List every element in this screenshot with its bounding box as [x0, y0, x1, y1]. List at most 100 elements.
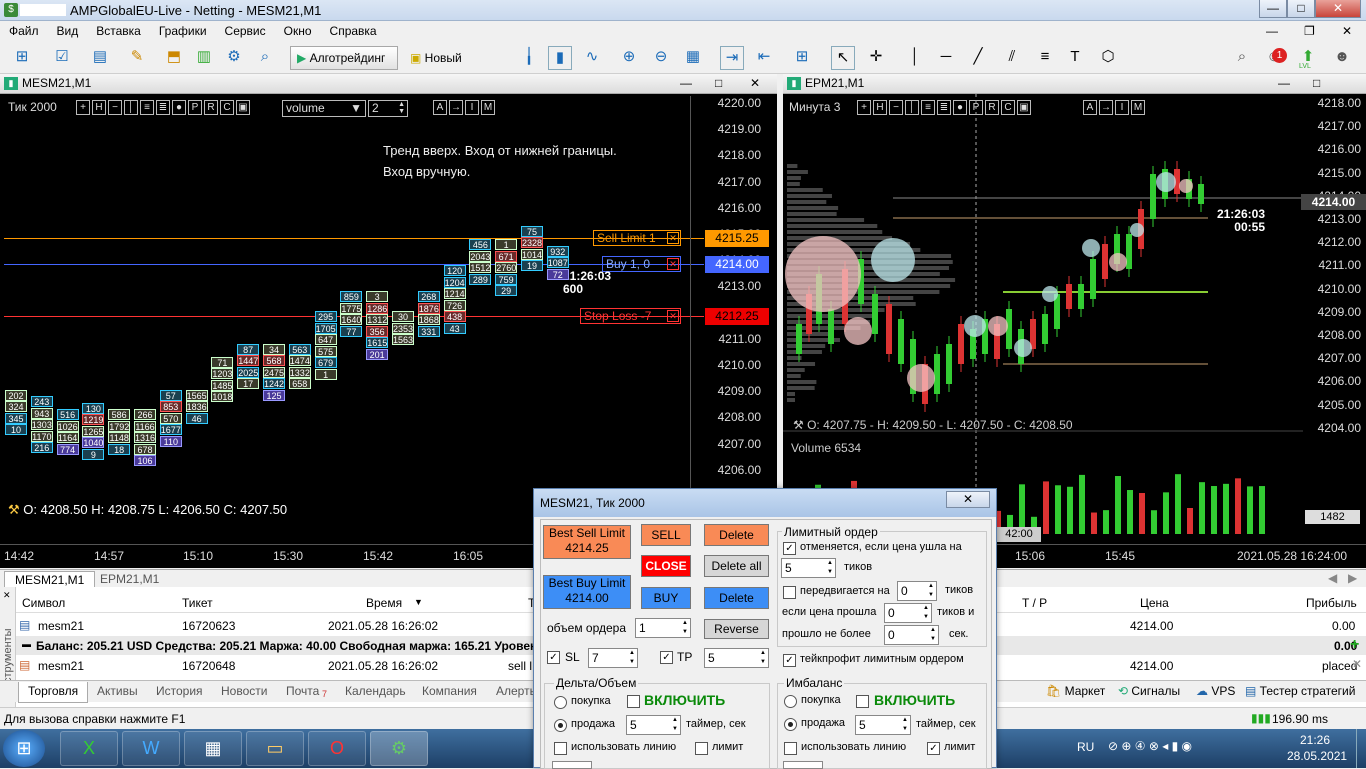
signals-link[interactable]: ⟲ Сигналы: [1118, 684, 1180, 698]
imb-sell-radio[interactable]: [784, 718, 797, 731]
imb-enable-checkbox[interactable]: [856, 695, 869, 708]
search-icon[interactable]: ⌕: [1230, 46, 1254, 70]
stepper-arrows-icon[interactable]: ▲ ▼: [827, 559, 833, 577]
delta-limit-checkbox[interactable]: [695, 742, 708, 755]
start-button[interactable]: ⊞: [3, 730, 45, 767]
data-window-icon[interactable]: ⬒: [162, 46, 186, 70]
delta-use-line-checkbox[interactable]: [554, 742, 567, 755]
menu-file[interactable]: Файл: [0, 21, 48, 38]
stepper-arrows-icon[interactable]: ▲ ▼: [930, 626, 936, 644]
stepper-arrows-icon[interactable]: ▲ ▼: [902, 716, 908, 734]
chart-tab-mesm21[interactable]: MESM21,M1: [4, 571, 95, 588]
opera-icon[interactable]: O: [308, 731, 366, 766]
tab-scroll-left-icon[interactable]: ◀: [1328, 571, 1337, 585]
delta-timer-stepper[interactable]: 5 ▲ ▼: [626, 715, 681, 735]
delta-buy-radio[interactable]: [554, 696, 567, 709]
mdi-minimize[interactable]: —: [1262, 21, 1282, 41]
language-indicator[interactable]: RU: [1077, 740, 1094, 754]
best-sell-limit-button[interactable]: Best Sell Limit 4214.25: [543, 525, 631, 559]
text-label-icon[interactable]: T: [1063, 46, 1087, 70]
new-chart-icon[interactable]: ⊞: [10, 46, 34, 70]
tile-windows-icon[interactable]: ▦: [681, 46, 705, 70]
column-price[interactable]: Цена: [1140, 596, 1169, 610]
close-button[interactable]: ✕: [1315, 0, 1361, 18]
minimize-button[interactable]: —: [1259, 0, 1287, 18]
profiles-icon[interactable]: ☑: [50, 46, 74, 70]
market-link[interactable]: 🛍 Маркет: [1046, 684, 1105, 698]
excel-icon[interactable]: X: [60, 731, 118, 766]
search-people-icon[interactable]: ⌕: [253, 46, 277, 70]
mdi-close[interactable]: ✕: [1338, 21, 1356, 41]
trendline-icon[interactable]: ╱: [966, 46, 990, 70]
dialog-titlebar[interactable]: MESM21, Тик 2000 ✕: [534, 489, 996, 517]
close-icon[interactable]: ✕: [1352, 657, 1362, 671]
right-chart-minimize[interactable]: —: [1278, 74, 1290, 93]
delete-buy-button[interactable]: Delete: [704, 587, 769, 609]
tab-scroll-right-icon[interactable]: ▶: [1348, 571, 1357, 585]
reverse-button[interactable]: Reverse: [704, 619, 769, 639]
menu-help[interactable]: Справка: [321, 21, 386, 38]
column-tp[interactable]: T / P: [1022, 596, 1047, 610]
imb-buy-radio[interactable]: [784, 695, 797, 708]
delta-enable-checkbox[interactable]: [627, 695, 640, 708]
navigator-icon[interactable]: ✎: [125, 46, 149, 70]
volume-stepper[interactable]: 1 ▲ ▼: [635, 618, 691, 638]
add-icon[interactable]: +: [1350, 636, 1359, 654]
imb-limit-checkbox[interactable]: ✓: [927, 742, 940, 755]
close-position-button[interactable]: CLOSE: [641, 555, 691, 577]
market-watch-icon[interactable]: ▤: [88, 46, 112, 70]
account-icon[interactable]: ☻: [1330, 46, 1354, 70]
word-icon[interactable]: W: [122, 731, 180, 766]
fibonacci-icon[interactable]: ≡: [1033, 46, 1057, 70]
tp-stepper[interactable]: 5 ▲ ▼: [704, 648, 769, 668]
if-moved-stepper[interactable]: 0 ▲ ▼: [884, 603, 932, 623]
best-buy-limit-button[interactable]: Best Buy Limit 4214.00: [543, 575, 631, 609]
algo-trading-button[interactable]: ▶ Алготрейдинг: [290, 46, 398, 70]
menu-charts[interactable]: Графики: [150, 21, 216, 38]
left-chart-close[interactable]: ✕: [750, 74, 760, 93]
move-ticks-stepper[interactable]: 0 ▲ ▼: [897, 581, 937, 601]
column-profit[interactable]: Прибыль: [1306, 596, 1357, 610]
tab-history[interactable]: История: [156, 684, 203, 698]
zoom-in-icon[interactable]: ⊕: [617, 46, 641, 70]
strategy-tester-icon[interactable]: ▥: [192, 46, 216, 70]
tab-alerts[interactable]: Алерты: [496, 684, 538, 698]
stepper-arrows-icon[interactable]: ▲ ▼: [682, 619, 688, 637]
shapes-icon[interactable]: ⬡: [1096, 46, 1120, 70]
left-chart-maximize[interactable]: □: [715, 74, 722, 93]
crosshair-icon[interactable]: ✛: [864, 46, 888, 70]
tab-news[interactable]: Новости: [221, 684, 267, 698]
tray-icons[interactable]: ⊘ ⊕ ④ ⊗ ◂ ▮ ◉: [1108, 739, 1192, 753]
delete-all-button[interactable]: Delete all: [704, 555, 769, 577]
tp-limit-checkbox[interactable]: ✓: [783, 654, 796, 667]
indicators-icon[interactable]: ⊞: [790, 46, 814, 70]
zoom-out-icon[interactable]: ⊖: [649, 46, 673, 70]
close-icon[interactable]: ✕: [3, 590, 11, 601]
tester-link[interactable]: ▤ Тестер стратегий: [1245, 684, 1355, 698]
stepper-arrows-icon[interactable]: ▲ ▼: [672, 716, 678, 734]
chart-shift-icon[interactable]: ⇤: [752, 46, 776, 70]
vertical-line-icon[interactable]: │: [903, 46, 927, 70]
show-desktop-button[interactable]: [1356, 729, 1366, 768]
tab-calendar[interactable]: Календарь: [345, 684, 406, 698]
tab-assets[interactable]: Активы: [97, 684, 138, 698]
buy-button[interactable]: BUY: [641, 587, 691, 609]
calculator-icon[interactable]: ▦: [184, 731, 242, 766]
sell-button[interactable]: SELL: [641, 524, 691, 546]
mdi-restore[interactable]: ❐: [1300, 21, 1319, 41]
metatrader-icon[interactable]: ⚙: [370, 731, 428, 766]
delete-sell-button[interactable]: Delete: [704, 524, 769, 546]
equidistant-channel-icon[interactable]: ⫽: [1000, 46, 1024, 70]
autoscroll-icon[interactable]: ⇥: [720, 46, 744, 70]
sl-checkbox[interactable]: ✓: [547, 651, 560, 664]
dialog-close-button[interactable]: ✕: [946, 491, 990, 508]
menu-window[interactable]: Окно: [275, 21, 321, 38]
right-chart-maximize[interactable]: □: [1313, 74, 1320, 93]
cursor-icon[interactable]: ↖: [831, 46, 855, 70]
cancel-checkbox[interactable]: ✓: [783, 542, 796, 555]
candlestick-icon[interactable]: ▮: [548, 46, 572, 70]
vps-link[interactable]: ☁ VPS: [1196, 684, 1235, 698]
vps-icon[interactable]: ⚙: [222, 46, 246, 70]
line-chart-icon[interactable]: ∿: [580, 46, 604, 70]
no-more-stepper[interactable]: 0 ▲ ▼: [884, 625, 939, 645]
